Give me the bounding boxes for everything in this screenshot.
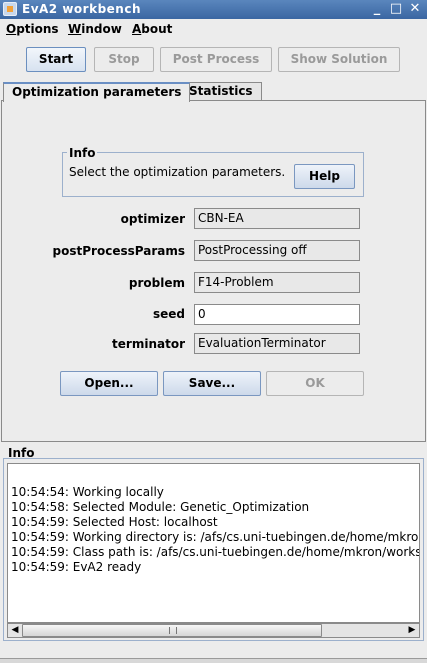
help-button[interactable]: Help: [294, 164, 355, 189]
scroll-right-icon[interactable]: ▶: [405, 624, 419, 637]
seed-label: seed: [152, 307, 185, 321]
start-button[interactable]: Start: [26, 47, 86, 72]
log-line: 10:54:59: EvA2 ready: [11, 560, 142, 574]
tab-statistics[interactable]: Statistics: [180, 82, 262, 101]
title-bar[interactable]: EvA2 workbench _ □ ✕: [0, 0, 427, 19]
window-title: EvA2 workbench: [22, 2, 141, 16]
info-description: Select the optimization parameters.: [69, 165, 286, 179]
scrollbar-thumb[interactable]: [22, 624, 322, 637]
optimizer-label: optimizer: [120, 212, 185, 226]
log-horizontal-scrollbar[interactable]: ◀ ▶: [7, 623, 420, 638]
info-group-legend: Info: [67, 146, 98, 160]
close-icon[interactable]: ✕: [407, 1, 423, 17]
log-line: 10:54:54: Working locally: [11, 485, 164, 499]
log-text-area[interactable]: 10:54:54: Working locally 10:54:58: Sele…: [7, 463, 420, 623]
optimizer-field[interactable]: CBN-EA: [194, 208, 360, 229]
scroll-left-icon[interactable]: ◀: [8, 624, 22, 637]
post-process-button[interactable]: Post Process: [160, 47, 272, 72]
log-line: 10:54:59: Class path is: /afs/cs.uni-tue…: [11, 545, 420, 559]
post-process-params-field[interactable]: PostProcessing off: [194, 240, 360, 261]
terminator-field[interactable]: EvaluationTerminator: [194, 333, 360, 354]
ok-button[interactable]: OK: [266, 371, 364, 396]
post-process-params-label: postProcessParams: [52, 244, 185, 258]
save-button[interactable]: Save...: [163, 371, 261, 396]
window-bottom-border: [0, 658, 427, 663]
log-line: 10:54:58: Selected Module: Genetic_Optim…: [11, 500, 310, 514]
menu-window[interactable]: Window: [68, 22, 122, 36]
menu-options[interactable]: Options: [6, 22, 59, 36]
app-icon: [3, 2, 17, 16]
seed-input[interactable]: 0: [194, 304, 360, 325]
show-solution-button[interactable]: Show Solution: [278, 47, 400, 72]
menu-bar: Options Window About: [0, 19, 427, 41]
problem-label: problem: [128, 276, 185, 290]
open-button[interactable]: Open...: [60, 371, 158, 396]
problem-field[interactable]: F14-Problem: [194, 272, 360, 293]
stop-button[interactable]: Stop: [94, 47, 154, 72]
minimize-icon[interactable]: _: [369, 1, 385, 17]
menu-about[interactable]: About: [132, 22, 172, 36]
log-line: 10:54:59: Working directory is: /afs/cs.…: [11, 530, 420, 544]
terminator-label: terminator: [112, 337, 185, 351]
tab-strip: Optimization parameters Statistics: [0, 82, 427, 102]
maximize-icon[interactable]: □: [388, 1, 404, 17]
grip-icon: [169, 627, 177, 634]
log-line: 10:54:59: Selected Host: localhost: [11, 515, 218, 529]
tab-optimization-parameters[interactable]: Optimization parameters: [3, 82, 191, 102]
